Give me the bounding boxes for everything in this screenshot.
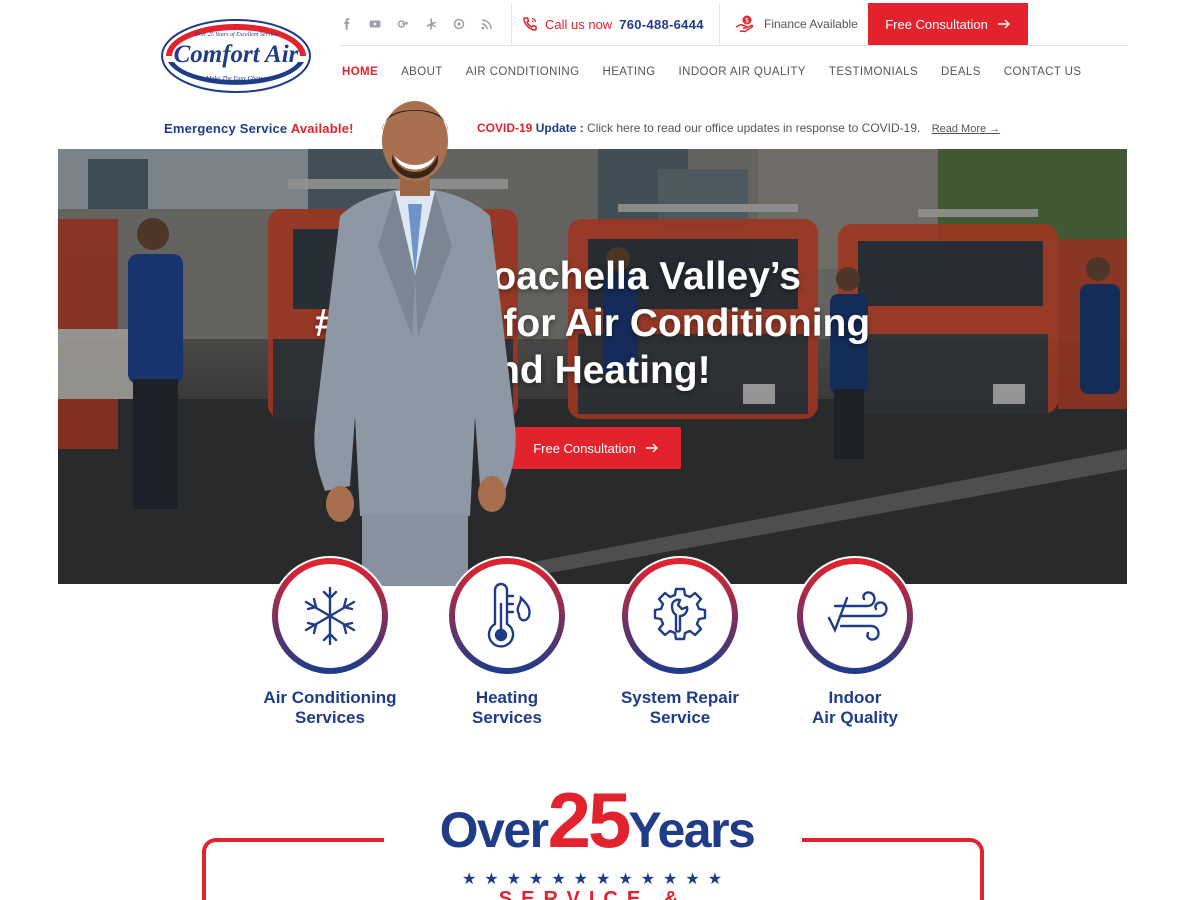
emergency-text: Emergency Service — [164, 121, 288, 136]
service-label: Indoor Air Quality — [765, 688, 945, 728]
hero-cta-label: Free Consultation — [533, 440, 636, 456]
service-ring — [795, 556, 915, 676]
wind-icon — [797, 558, 913, 674]
hero-headline: The Coachella Valley’s #1 choice for Air… — [58, 253, 1127, 394]
hero-banner: The Coachella Valley’s #1 choice for Air… — [58, 149, 1127, 584]
main-nav: HOME ABOUT AIR CONDITIONING HEATING INDO… — [342, 66, 1081, 78]
finance-hand-icon: $ — [735, 15, 754, 33]
service-experience-subtitle: SERVICE & EXPERIENCE — [498, 888, 688, 900]
service-label: Heating Services — [417, 688, 597, 728]
service-system-repair[interactable]: System Repair Service — [590, 556, 770, 728]
service-air-conditioning[interactable]: Air Conditioning Services — [240, 556, 420, 728]
nav-deals[interactable]: DEALS — [941, 66, 981, 78]
service-label-line-2: Services — [472, 708, 542, 727]
blog-icon[interactable] — [452, 17, 466, 31]
phone-number[interactable]: 760-488-6444 — [619, 17, 704, 32]
hero-free-consultation-button[interactable]: Free Consultation — [511, 427, 681, 469]
call-label: Call us now — [545, 16, 613, 32]
free-consultation-label: Free Consultation — [885, 16, 988, 32]
google-plus-icon[interactable] — [396, 17, 410, 31]
arrow-right-icon — [997, 17, 1011, 32]
nav-air-conditioning[interactable]: AIR CONDITIONING — [466, 66, 580, 78]
finance-label: Finance Available — [764, 17, 858, 31]
rss-icon[interactable] — [480, 17, 494, 31]
nav-heating[interactable]: HEATING — [602, 66, 655, 78]
service-ring — [620, 556, 740, 676]
nav-testimonials[interactable]: TESTIMONIALS — [829, 66, 918, 78]
social-links — [340, 3, 494, 45]
over-word: Over — [439, 802, 549, 858]
service-label-line-1: System Repair — [620, 688, 740, 707]
divider — [719, 3, 720, 45]
call-us-link[interactable]: Call us now 760-488-6444 — [522, 3, 704, 45]
hero-line-1: The Coachella Valley’s — [384, 255, 801, 298]
stars-row: ★★★★★★★★★★★★ — [461, 871, 731, 888]
services-row: Air Conditioning Services Heating Servic… — [240, 556, 940, 736]
comfort-air-logo[interactable]: Over 25 Years of Excellent Service Comfo… — [160, 18, 312, 94]
nav-about[interactable]: ABOUT — [401, 66, 443, 78]
service-label: System Repair Service — [590, 688, 770, 728]
thermometer-icon — [449, 558, 565, 674]
hero-line-3: and Heating! — [474, 349, 711, 392]
years-word: Years — [628, 802, 755, 858]
youtube-icon[interactable] — [368, 17, 382, 31]
service-indoor-air-quality[interactable]: Indoor Air Quality — [765, 556, 945, 728]
arrow-right-icon — [645, 441, 659, 456]
service-label-line-2: Air Quality — [812, 708, 898, 727]
service-label-line-1: Air Conditioning — [263, 688, 397, 707]
service-label-line-2: Services — [295, 708, 365, 727]
phone-icon — [523, 17, 537, 31]
free-consultation-button[interactable]: Free Consultation — [868, 3, 1028, 45]
over-25-years-section: Over25Years ★★★★★★★★★★★★ SERVICE & EXPER… — [202, 781, 984, 900]
covid-update-label: Update : — [535, 121, 584, 135]
read-more-label: Read More — [931, 123, 987, 135]
svg-text:$: $ — [745, 17, 749, 25]
top-bar: Call us now 760-488-6444 $ Finance Avail… — [340, 3, 1128, 46]
nav-indoor-air-quality[interactable]: INDOOR AIR QUALITY — [679, 66, 806, 78]
svg-text:Over 25 Years of Excellent Ser: Over 25 Years of Excellent Service — [194, 31, 278, 38]
arrow-right-icon: → — [989, 123, 1001, 135]
service-ring — [270, 556, 390, 676]
yelp-icon[interactable] — [424, 17, 438, 31]
service-label-line-1: Indoor — [828, 688, 882, 707]
nav-contact-us[interactable]: CONTACT US — [1004, 66, 1082, 78]
gear-wrench-icon — [622, 558, 738, 674]
read-more-link[interactable]: Read More → — [932, 123, 1000, 135]
hero-line-2: #1 choice for Air Conditioning — [314, 302, 871, 345]
svg-text:Comfort Air: Comfort Air — [174, 41, 299, 68]
service-label: Air Conditioning Services — [240, 688, 420, 728]
years-number: 25 — [547, 776, 632, 864]
covid-update-banner[interactable]: COVID-19 Update : Click here to read our… — [477, 121, 1000, 135]
facebook-icon[interactable] — [340, 17, 354, 31]
covid-message: Click here to read our office updates in… — [587, 121, 921, 135]
service-label-line-2: Service — [649, 708, 711, 727]
spokesperson-photo — [314, 101, 516, 586]
service-label-line-1: Heating — [475, 688, 539, 707]
service-heating[interactable]: Heating Services — [417, 556, 597, 728]
over-25-years-heading: Over25Years — [402, 781, 792, 859]
svg-text:Make The Easy Choice: Make The Easy Choice — [205, 75, 266, 82]
service-ring — [447, 556, 567, 676]
snowflake-icon — [272, 558, 388, 674]
nav-home[interactable]: HOME — [342, 66, 378, 78]
divider — [511, 3, 512, 45]
finance-available-link[interactable]: $ Finance Available — [735, 3, 858, 45]
